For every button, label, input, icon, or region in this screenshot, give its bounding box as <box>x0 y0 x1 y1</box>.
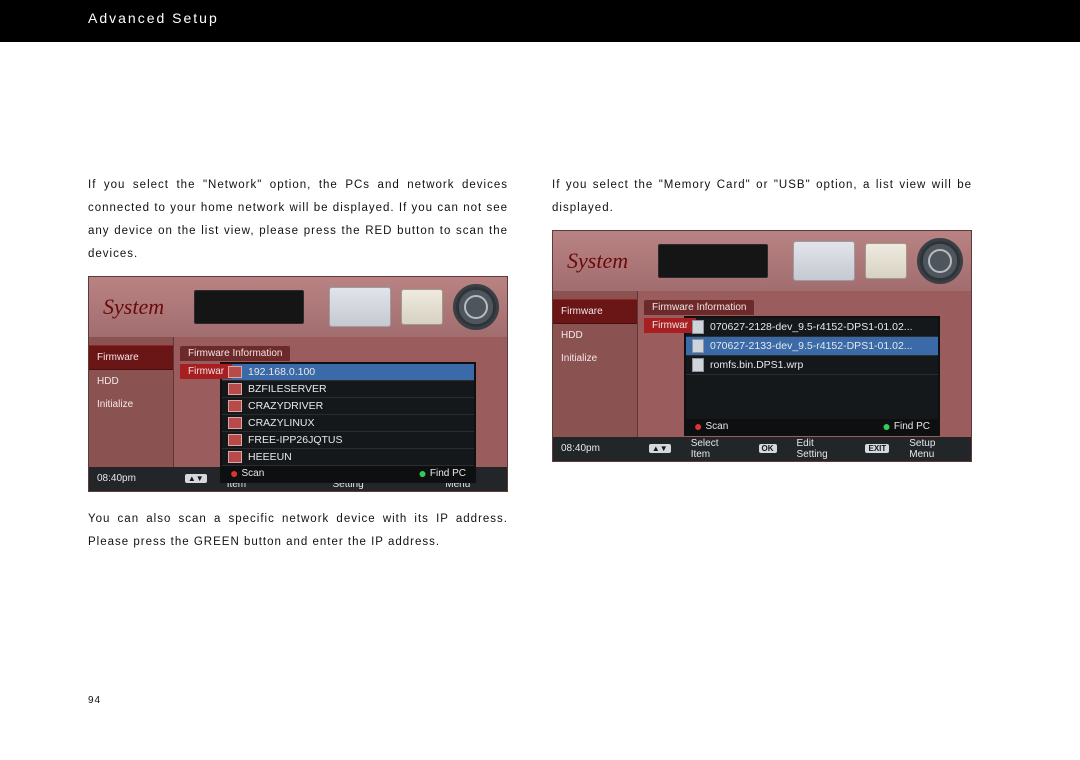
list-item[interactable]: FREE-IPP26JQTUS <box>222 432 474 449</box>
screenshot-network: System Firmware HDD Initialize Firmware … <box>88 276 508 492</box>
page-title: Advanced Setup <box>88 10 219 26</box>
sidebar-item-firmware[interactable]: Firmware <box>553 299 637 324</box>
card-icon <box>401 289 443 325</box>
sidebar-item-initialize[interactable]: Initialize <box>553 347 637 370</box>
list-item-label: HEEEUN <box>248 451 292 463</box>
file-listbox: 070627-2128-dev_9.5-r4152-DPS1-01.02... … <box>684 316 940 436</box>
network-icon <box>329 287 391 327</box>
active-tab[interactable]: Firmwar <box>644 318 696 333</box>
main-panel: Firmware Information Firmwar 070627-2128… <box>638 291 971 437</box>
file-icon <box>692 339 704 353</box>
hint-select: ▲▼Select Item <box>649 438 741 460</box>
listbox-footer: ●Scan ●Find PC <box>686 419 938 434</box>
main-panel: Firmware Information Firmwar 192.168.0.1… <box>174 337 507 467</box>
network-icon <box>793 241 855 281</box>
screenshot-usb: System Firmware HDD Initialize Firmware … <box>552 230 972 462</box>
clock: 08:40pm <box>561 443 631 454</box>
active-tab[interactable]: Firmwar <box>180 364 232 379</box>
findpc-action[interactable]: ●Find PC <box>882 421 930 432</box>
left-para-2: You can also scan a specific network dev… <box>88 508 508 554</box>
sidebar: Firmware HDD Initialize <box>89 337 174 467</box>
list-item[interactable]: 070627-2128-dev_9.5-r4152-DPS1-01.02... <box>686 318 938 337</box>
pc-icon <box>228 451 242 463</box>
screenshot-topbar: System <box>553 231 971 291</box>
screenshot-footer: 08:40pm ▲▼Select Item OKEdit Setting EXI… <box>553 437 971 461</box>
list-item-label: romfs.bin.DPS1.wrp <box>710 359 803 371</box>
network-listbox: 192.168.0.100 BZFILESERVER CRAZYDRIVER C… <box>220 362 476 483</box>
sidebar: Firmware HDD Initialize <box>553 291 638 437</box>
gear-icon <box>453 284 499 330</box>
list-item[interactable]: CRAZYLINUX <box>222 415 474 432</box>
file-icon <box>692 358 704 372</box>
listbox-footer: ●Scan ●Find PC <box>222 466 474 481</box>
right-para-1: If you select the "Memory Card" or "USB"… <box>552 174 972 220</box>
panel-header: Firmware Information <box>644 300 754 315</box>
list-item[interactable]: romfs.bin.DPS1.wrp <box>686 356 938 375</box>
brand-script: System <box>567 248 628 274</box>
scan-action[interactable]: ●Scan <box>694 421 728 432</box>
content-columns: If you select the "Network" option, the … <box>0 42 1080 564</box>
pc-icon <box>228 383 242 395</box>
device-thumbnail <box>658 244 768 278</box>
page-header: Advanced Setup <box>0 0 1080 42</box>
pc-icon <box>228 366 242 378</box>
list-item[interactable]: HEEEUN <box>222 449 474 466</box>
list-item-label: CRAZYDRIVER <box>248 400 323 412</box>
right-column: If you select the "Memory Card" or "USB"… <box>552 162 972 564</box>
device-thumbnail <box>194 290 304 324</box>
sidebar-item-firmware[interactable]: Firmware <box>89 345 173 370</box>
panel-header: Firmware Information <box>180 346 290 361</box>
screenshot-topbar: System <box>89 277 507 337</box>
scan-action[interactable]: ●Scan <box>230 468 264 479</box>
brand-script: System <box>103 294 164 320</box>
hint-menu: EXITSetup Menu <box>865 438 963 460</box>
pc-icon <box>228 434 242 446</box>
gear-icon <box>917 238 963 284</box>
sidebar-item-hdd[interactable]: HDD <box>89 370 173 393</box>
list-item-label: 070627-2128-dev_9.5-r4152-DPS1-01.02... <box>710 321 913 333</box>
clock: 08:40pm <box>97 473 167 484</box>
list-item-label: 070627-2133-dev_9.5-r4152-DPS1-01.02... <box>710 340 913 352</box>
list-item[interactable]: 192.168.0.100 <box>222 364 474 381</box>
sidebar-item-initialize[interactable]: Initialize <box>89 393 173 416</box>
pc-icon <box>228 417 242 429</box>
list-item[interactable]: BZFILESERVER <box>222 381 474 398</box>
left-column: If you select the "Network" option, the … <box>88 162 508 564</box>
card-icon <box>865 243 907 279</box>
file-icon <box>692 320 704 334</box>
hint-edit: OKEdit Setting <box>759 438 848 460</box>
list-item-label: BZFILESERVER <box>248 383 327 395</box>
page-number: 94 <box>88 695 101 706</box>
list-item[interactable]: CRAZYDRIVER <box>222 398 474 415</box>
list-item-label: 192.168.0.100 <box>248 366 315 378</box>
list-item-label: CRAZYLINUX <box>248 417 315 429</box>
pc-icon <box>228 400 242 412</box>
findpc-action[interactable]: ●Find PC <box>418 468 466 479</box>
list-item[interactable]: 070627-2133-dev_9.5-r4152-DPS1-01.02... <box>686 337 938 356</box>
list-item-label: FREE-IPP26JQTUS <box>248 434 343 446</box>
left-para-1: If you select the "Network" option, the … <box>88 174 508 266</box>
sidebar-item-hdd[interactable]: HDD <box>553 324 637 347</box>
